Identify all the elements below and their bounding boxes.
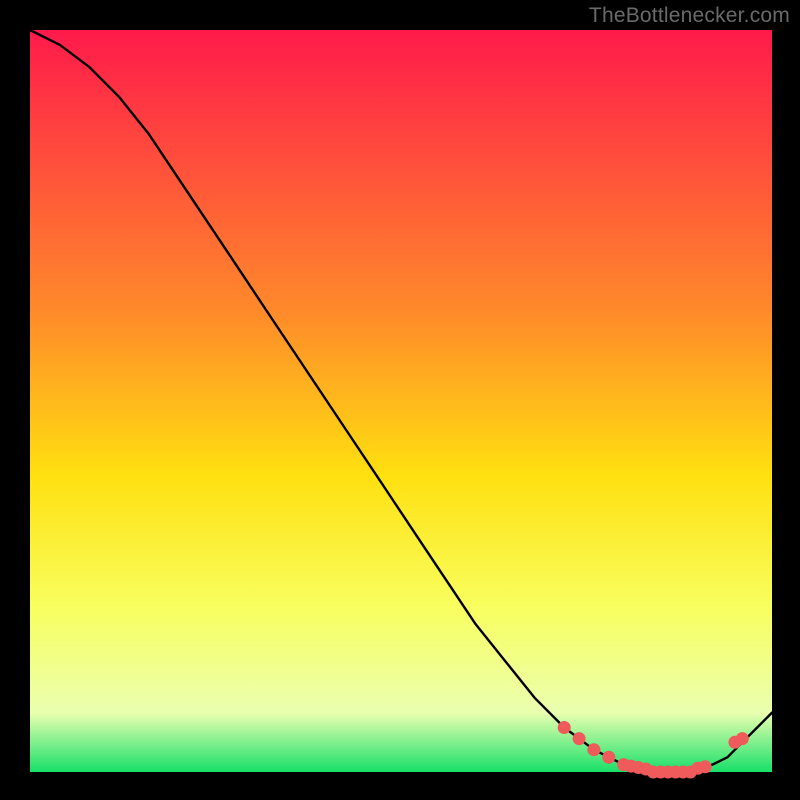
bottleneck-chart <box>0 0 800 800</box>
plot-background <box>30 30 772 772</box>
highlight-dot <box>558 721 571 734</box>
highlight-dot <box>573 732 586 745</box>
chart-stage: TheBottlenecker.com <box>0 0 800 800</box>
highlight-dot <box>602 751 615 764</box>
highlight-dot <box>736 732 749 745</box>
highlight-dot <box>587 743 600 756</box>
highlight-dot <box>699 760 712 773</box>
credit-label: TheBottlenecker.com <box>589 4 790 28</box>
